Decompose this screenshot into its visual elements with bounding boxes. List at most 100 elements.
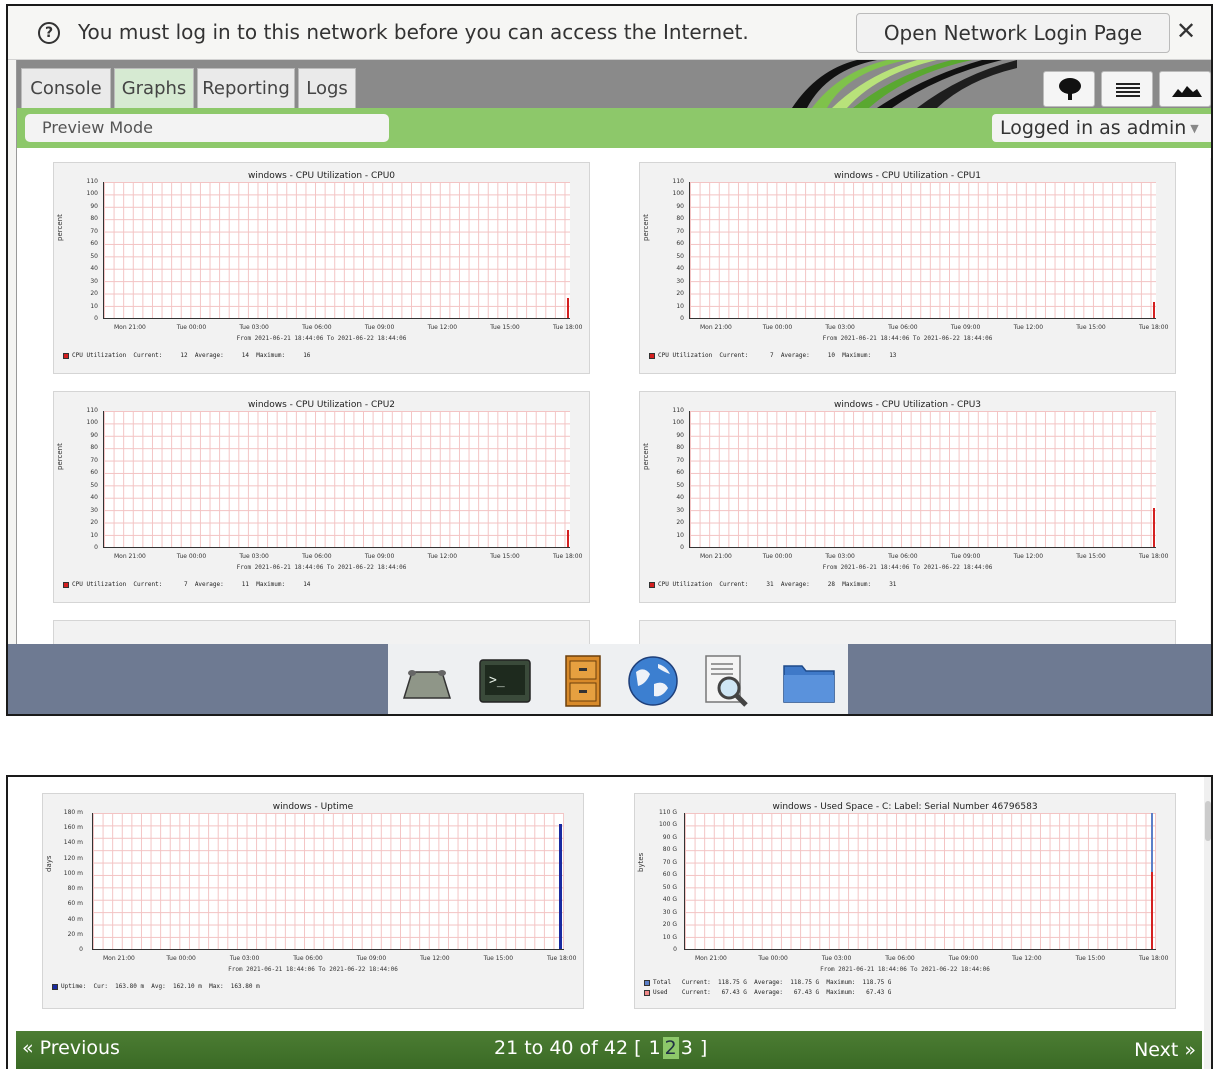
legend-text: Used Current: 67.43 G Average: 67.43 G M… (653, 989, 892, 996)
tab-reporting[interactable]: Reporting (197, 68, 295, 108)
tab-graphs[interactable]: Graphs (114, 68, 194, 108)
graph-title: windows - Used Space - C: Label: Serial … (772, 802, 1038, 812)
open-network-login-button[interactable]: Open Network Login Page (856, 13, 1170, 53)
x-tick-label: Tue 12:00 (1013, 553, 1044, 560)
y-tick-label: 20 (676, 519, 684, 527)
y-tick-label: 50 (676, 481, 684, 489)
y-tick-label: 10 (676, 531, 684, 539)
x-tick-label: Tue 06:00 (888, 553, 918, 560)
document-search-icon[interactable] (698, 654, 756, 708)
y-tick-label: 0 (673, 946, 677, 953)
uptime-bar (559, 824, 562, 949)
next-page-link[interactable]: Next » (1134, 1039, 1196, 1061)
scrollbar[interactable] (1210, 158, 1213, 644)
y-tick-label: 10 (676, 302, 684, 310)
x-tick-label: Tue 18:00 (547, 955, 577, 962)
page-link-3[interactable]: 3 (681, 1037, 693, 1059)
graph-y-label: percent (642, 214, 650, 241)
y-tick-label: 70 G (662, 858, 677, 866)
home-icon[interactable] (398, 654, 456, 708)
y-tick-label: 100 (672, 190, 684, 198)
y-tick-label: 60 m (67, 900, 83, 908)
y-tick-label: 110 (86, 178, 98, 185)
network-login-notification: ? You must log in to this network before… (8, 6, 1211, 60)
graph-plot-area (689, 411, 1156, 548)
date-range-label: From 2021-06-21 18:44:06 To 2021-06-22 1… (236, 564, 407, 571)
x-tick-label: Tue 09:00 (950, 553, 981, 560)
y-tick-label: 110 G (658, 809, 677, 816)
y-tick-label: 60 (90, 469, 98, 477)
cpu-spike (567, 529, 569, 547)
folder-icon[interactable] (780, 654, 838, 708)
x-tick-label: Tue 15:00 (483, 955, 514, 962)
y-tick-label: 90 (90, 431, 98, 439)
legend-text: CPU Utilization Current: 12 Average: 14 … (72, 352, 311, 359)
tree-icon-button[interactable] (1043, 71, 1095, 107)
graph-legend: CPU Utilization Current: 12 Average: 14 … (63, 352, 310, 359)
x-tick-label: Tue 06:00 (885, 955, 915, 962)
y-tick-label: 100 m (63, 869, 83, 877)
y-tick-label: 40 (90, 265, 98, 273)
x-tick-label: Tue 06:00 (302, 553, 332, 560)
legend-text: CPU Utilization Current: 7 Average: 10 M… (658, 352, 897, 359)
file-cabinet-icon[interactable] (554, 654, 612, 708)
page-range: 21 to 40 of 42 [ 123 ] (494, 1037, 707, 1059)
x-tick-label: Tue 03:00 (229, 955, 260, 962)
graph-panel-partial (639, 620, 1176, 644)
y-tick-label: 90 (676, 202, 684, 210)
tab-console[interactable]: Console (21, 68, 111, 108)
desktop-area: >_ (8, 644, 1211, 714)
x-tick-label: Tue 12:00 (1012, 955, 1042, 962)
graph-y-label: percent (642, 443, 650, 470)
y-tick-label: 80 (90, 444, 98, 452)
x-tick-label: Tue 12:00 (427, 553, 458, 560)
graph-legend: Total Current: 118.75 G Average: 118.75 … (644, 979, 891, 986)
x-tick-label: Tue 18:00 (553, 324, 583, 331)
graph-y-label: bytes (637, 852, 645, 872)
graph-panel: windows - CPU Utilization - CPU0 percent 1… (53, 162, 590, 374)
logged-in-dropdown[interactable]: Logged in as admin ▼ (992, 114, 1211, 142)
cpu-spike (567, 298, 569, 318)
y-tick-label: 0 (94, 315, 98, 322)
x-tick-label: Tue 09:00 (950, 324, 981, 331)
legend-text: CPU Utilization Current: 7 Average: 11 M… (72, 581, 311, 588)
tab-logs[interactable]: Logs (298, 68, 356, 108)
y-tick-label: 40 G (662, 896, 677, 904)
y-tick-label: 20 (90, 519, 98, 527)
y-tick-label: 70 (90, 227, 98, 235)
y-tick-label: 30 (90, 506, 98, 514)
chevron-down-icon: ▼ (1190, 121, 1199, 135)
x-tick-label: Mon 21:00 (700, 553, 732, 560)
page-link-1[interactable]: 1 (649, 1037, 661, 1059)
scrollbar-thumb[interactable] (1205, 801, 1211, 841)
date-range-label: From 2021-06-21 18:44:06 To 2021-06-22 1… (822, 335, 993, 342)
x-tick-label: Tue 18:00 (1139, 324, 1169, 331)
graph-plot-area (684, 813, 1156, 950)
graph-title: windows - CPU Utilization - CPU2 (247, 400, 396, 410)
legend-text: Uptime: Cur: 163.80 m Avg: 162.10 m Max:… (61, 983, 260, 990)
terminal-icon[interactable]: >_ (476, 654, 534, 708)
y-tick-label: 40 (90, 494, 98, 502)
cpu-spike (1153, 508, 1155, 547)
globe-icon[interactable] (624, 654, 682, 708)
x-tick-label: Tue 03:00 (239, 553, 269, 560)
y-tick-label: 70 (90, 456, 98, 464)
close-icon[interactable]: ✕ (1176, 17, 1196, 45)
legend-swatch (63, 352, 69, 359)
graph-y-label: percent (56, 443, 64, 470)
x-tick-label: Tue 18:00 (1139, 553, 1169, 560)
y-tick-label: 0 (680, 544, 684, 551)
scrollbar-thumb[interactable] (1211, 428, 1213, 504)
y-tick-label: 30 (676, 277, 684, 285)
app-window: Console Graphs Reporting Logs Preview Mo… (16, 60, 1213, 644)
menu-icon-button[interactable] (1101, 71, 1153, 107)
x-tick-label: Tue 18:00 (1139, 955, 1169, 962)
used-space-line (1151, 872, 1153, 949)
notification-message: You must log in to this network before y… (78, 20, 749, 44)
page-link-2[interactable]: 2 (662, 1037, 679, 1059)
mountain-chart-icon-button[interactable] (1159, 71, 1211, 107)
graph-legend: CPU Utilization Current: 7 Average: 10 M… (649, 352, 896, 359)
scrollbar[interactable] (1204, 777, 1211, 1069)
graph-panel: windows - CPU Utilization - CPU3 percent 1… (639, 391, 1176, 603)
previous-page-link[interactable]: « Previous (22, 1037, 120, 1059)
